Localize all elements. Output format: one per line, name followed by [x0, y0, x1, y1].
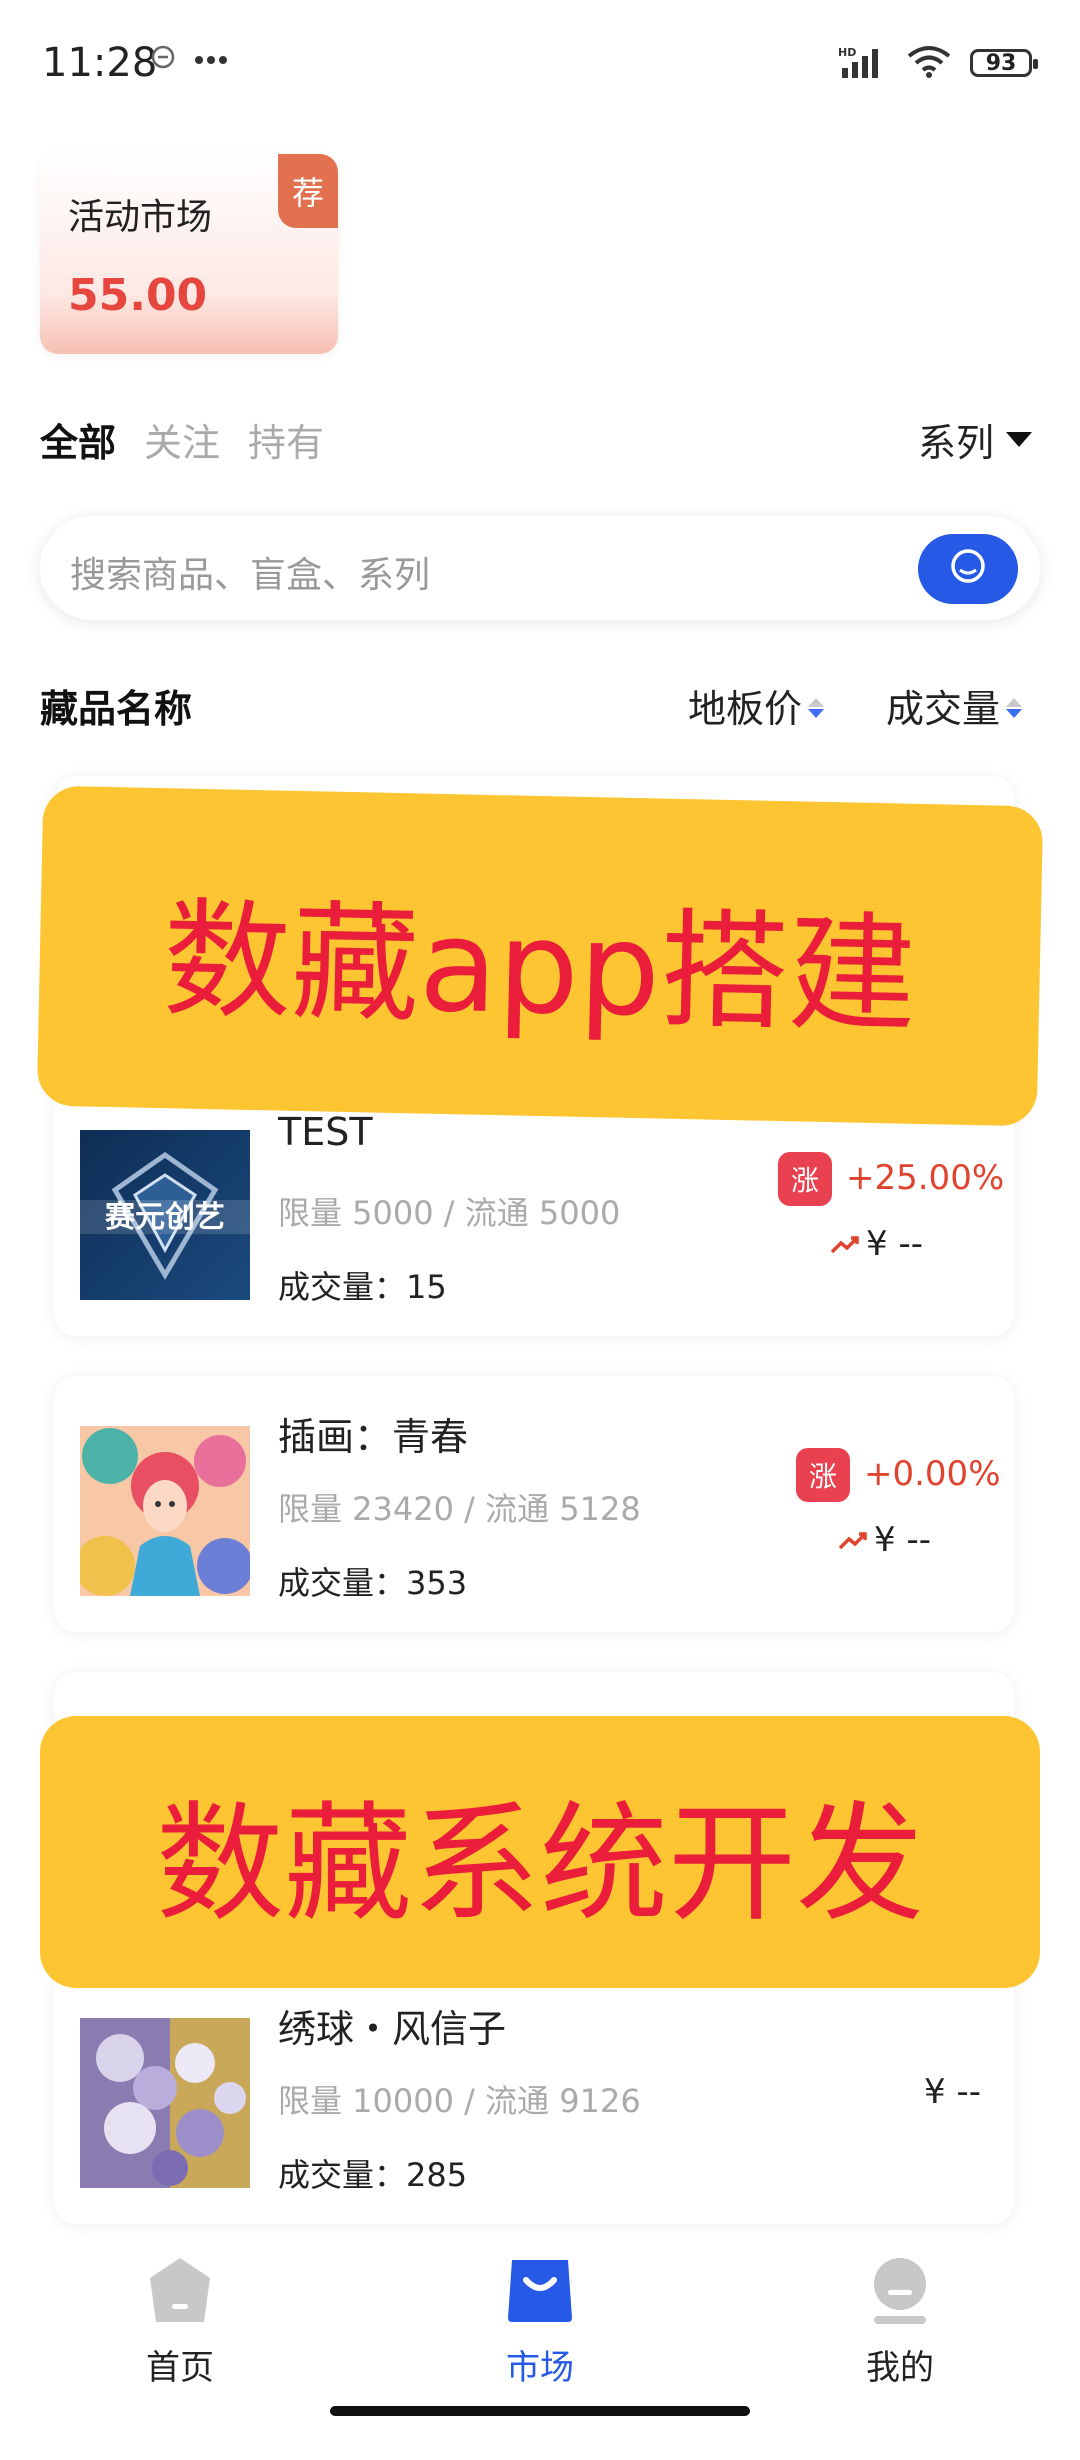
item-name: 插画：青春: [278, 1415, 469, 1459]
activity-card-title: 活动市场: [68, 197, 213, 238]
series-dropdown-label: 系列: [917, 421, 994, 465]
item-volume: 成交量：15: [278, 1268, 447, 1306]
floor-price-label: 地板价: [688, 687, 803, 731]
filter-tabs: 全部 关注 持有: [40, 412, 324, 467]
item-price: ¥ --: [838, 1520, 931, 1560]
sort-volume[interactable]: 成交量: [886, 678, 1023, 733]
price-change: +25.00%: [846, 1158, 1005, 1198]
recommend-badge: 荐: [278, 154, 338, 228]
notification-icon: [150, 44, 176, 74]
tab-holding[interactable]: 持有: [248, 412, 324, 467]
nav-mine[interactable]: 我的: [820, 2254, 980, 2389]
signal-icon: HD: [838, 44, 888, 82]
activity-card-value: 55.00: [68, 270, 208, 321]
svg-text:赛元创艺: 赛元创艺: [105, 1200, 225, 1235]
item-supply: 限量 23420 / 流通 5128: [278, 1490, 641, 1528]
wifi-icon: [906, 44, 952, 82]
series-dropdown[interactable]: 系列: [918, 412, 1032, 467]
nav-home[interactable]: 首页: [100, 2254, 260, 2389]
activity-market-card[interactable]: 活动市场 55.00 荐: [40, 154, 338, 354]
search-input[interactable]: 搜索商品、盲盒、系列: [70, 546, 430, 598]
item-volume: 成交量：353: [278, 1564, 468, 1602]
trend-up-icon: [838, 1520, 868, 1560]
rise-badge: 涨: [796, 1448, 850, 1502]
column-collection-name: 藏品名称: [40, 687, 193, 731]
rise-badge: 涨: [778, 1152, 832, 1206]
promo-banner-app: 数藏app搭建: [36, 785, 1044, 1127]
more-dots-icon: [194, 50, 228, 69]
status-left-icons: [150, 44, 228, 74]
item-price: ¥ --: [924, 2072, 981, 2112]
profile-icon: [864, 2254, 936, 2330]
status-time: 11:28: [42, 40, 158, 86]
list-item-illustration[interactable]: 插画：青春 限量 23420 / 流通 5128 成交量：353 涨 +0.00…: [54, 1376, 1014, 1632]
item-thumbnail: 赛元创艺: [80, 1130, 250, 1300]
sort-icon: [1006, 697, 1023, 718]
sort-floor-price[interactable]: 地板价: [688, 678, 825, 733]
battery-icon: 93: [970, 49, 1038, 77]
promo-banner-system: 数藏系统开发: [40, 1716, 1040, 1988]
nav-market-label: 市场: [506, 2348, 574, 2388]
search-icon: [946, 545, 990, 593]
list-item-hydrangea[interactable]: 绣球・风信子 限量 10000 / 流通 9126 成交量：285 ¥ --: [54, 1968, 1014, 2224]
status-right-icons: HD 93: [838, 44, 1038, 82]
item-name: TEST: [278, 1110, 373, 1154]
item-supply: 限量 5000 / 流通 5000: [278, 1194, 621, 1232]
caret-down-icon: [1006, 432, 1032, 447]
item-thumbnail: [80, 2018, 250, 2188]
market-bag-icon: [504, 2254, 576, 2330]
volume-label: 成交量: [886, 687, 1001, 731]
item-supply: 限量 10000 / 流通 9126: [278, 2082, 641, 2120]
home-icon: [144, 2254, 216, 2330]
item-thumbnail: [80, 1426, 250, 1596]
search-button[interactable]: [918, 534, 1018, 604]
svg-text:HD: HD: [838, 46, 856, 59]
item-price: ¥ --: [830, 1224, 923, 1264]
tab-follow[interactable]: 关注: [144, 412, 220, 467]
home-indicator[interactable]: [330, 2406, 750, 2416]
item-name: 绣球・风信子: [278, 2007, 507, 2051]
nav-mine-label: 我的: [866, 2348, 934, 2388]
nav-home-label: 首页: [146, 2348, 214, 2388]
tab-all[interactable]: 全部: [40, 412, 116, 467]
price-change: +0.00%: [864, 1454, 1001, 1494]
trend-up-icon: [830, 1224, 860, 1264]
item-volume: 成交量：285: [278, 2156, 468, 2194]
search-bar[interactable]: 搜索商品、盲盒、系列: [40, 516, 1040, 620]
sort-icon: [808, 697, 825, 718]
nav-market[interactable]: 市场: [460, 2254, 620, 2389]
